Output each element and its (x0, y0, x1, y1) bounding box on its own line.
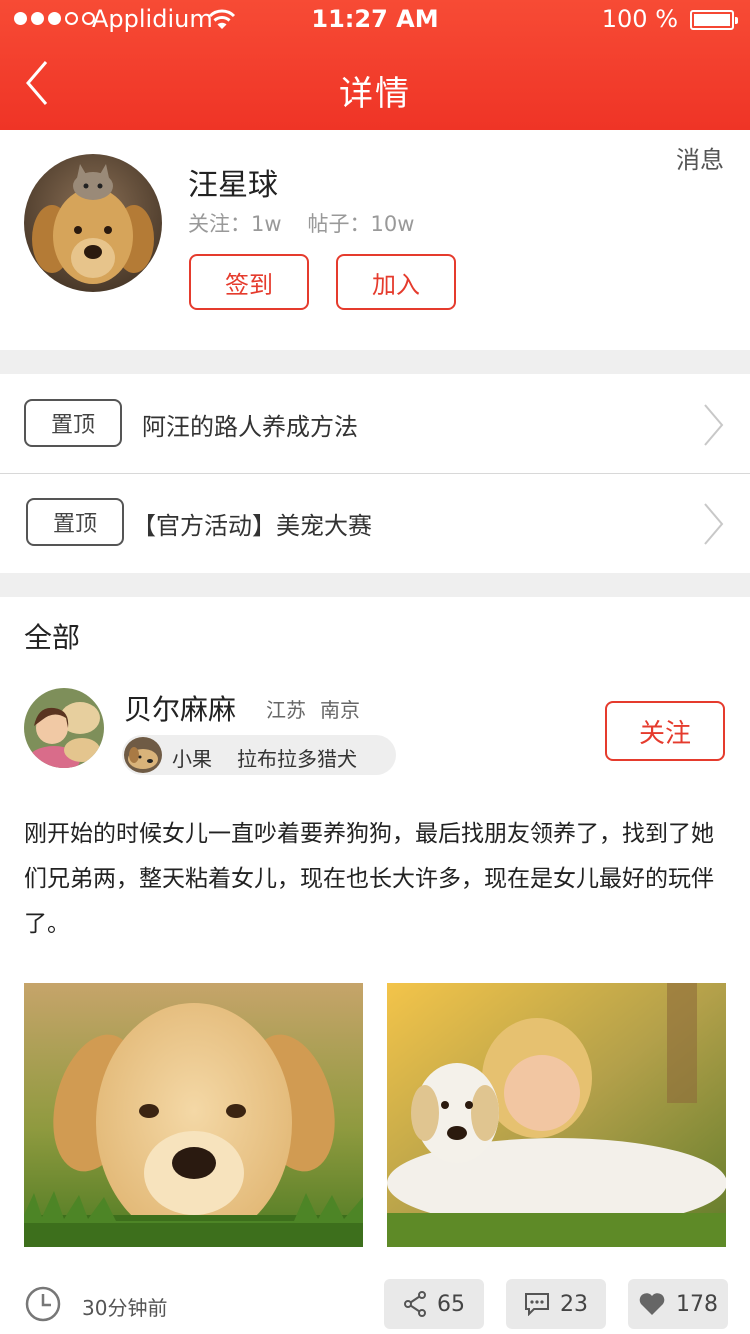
battery-icon (690, 10, 738, 30)
like-count: 178 (676, 1291, 718, 1317)
posts-label: 帖子： (307, 212, 371, 236)
pet-breed: 拉布拉多猎犬 (237, 747, 357, 771)
status-bar: Applidium 11:27 AM 100 % (0, 0, 750, 40)
page-title: 详情 (339, 74, 411, 114)
location-city: 南京 (320, 698, 360, 722)
comment-icon (525, 1293, 549, 1316)
group-avatar (24, 154, 162, 292)
pet-name: 小果 (172, 747, 212, 771)
author-avatar[interactable] (24, 688, 104, 768)
join-button[interactable]: 加入 (336, 254, 456, 310)
comment-button[interactable]: 23 (506, 1279, 606, 1329)
chevron-right-icon (704, 404, 724, 446)
share-button[interactable]: 65 (384, 1279, 484, 1329)
post-photo[interactable] (387, 983, 726, 1247)
section-title-all: 全部 (24, 621, 81, 654)
author-name[interactable]: 贝尔麻麻 (124, 688, 236, 728)
location-province: 江苏 (266, 698, 306, 722)
pinned-tag: 置顶 (24, 399, 122, 447)
group-name: 汪星球 (188, 168, 278, 203)
pinned-title: 阿汪的路人养成方法 (142, 413, 358, 441)
pinned-title: 【官方活动】美宠大赛 (132, 512, 372, 540)
group-stats: 关注：1w 帖子：10w (188, 208, 414, 238)
battery-percent: 100 % (601, 5, 678, 33)
top-header: Applidium 11:27 AM 100 % 详情 (0, 0, 750, 130)
heart-icon (639, 1293, 665, 1315)
section-divider (0, 573, 750, 597)
pet-chip[interactable]: 小果 拉布拉多猎犬 (122, 735, 396, 775)
message-link[interactable]: 消息 (676, 140, 724, 175)
comment-count: 23 (560, 1291, 588, 1317)
posts-count: 10w (370, 212, 415, 236)
follow-button[interactable]: 关注 (605, 701, 725, 761)
pinned-post-row[interactable]: 置顶 【官方活动】美宠大赛 (0, 474, 750, 572)
pet-avatar (124, 737, 162, 773)
author-location: 江苏 南京 (266, 694, 360, 723)
chevron-right-icon (704, 503, 724, 545)
clock-icon (25, 1286, 61, 1322)
share-count: 65 (437, 1291, 465, 1317)
post-photo[interactable] (24, 983, 363, 1247)
pinned-tag: 置顶 (26, 498, 124, 546)
follow-count: 1w (251, 212, 282, 236)
section-divider (0, 350, 750, 374)
post-time: 30分钟前 (82, 1296, 168, 1320)
post-text: 刚开始的时候女儿一直吵着要养狗狗，最后找朋友领养了，找到了她们兄弟两，整天粘着女… (24, 821, 714, 937)
share-icon (404, 1291, 426, 1317)
checkin-button[interactable]: 签到 (189, 254, 309, 310)
pinned-post-row[interactable]: 置顶 阿汪的路人养成方法 (0, 375, 750, 473)
like-button[interactable]: 178 (628, 1279, 728, 1329)
follow-label: 关注： (188, 212, 251, 236)
